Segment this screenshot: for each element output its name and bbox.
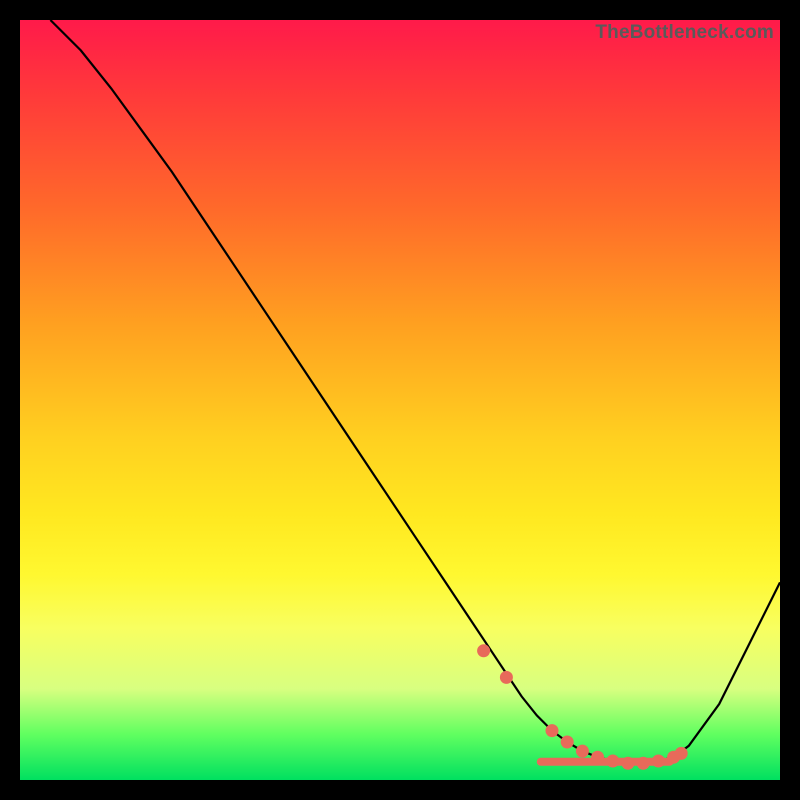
chart-frame: TheBottleneck.com (0, 0, 800, 800)
marker-dots (477, 644, 688, 769)
curve-line (50, 20, 780, 763)
plot-area: TheBottleneck.com (20, 20, 780, 780)
chart-svg (20, 20, 780, 780)
